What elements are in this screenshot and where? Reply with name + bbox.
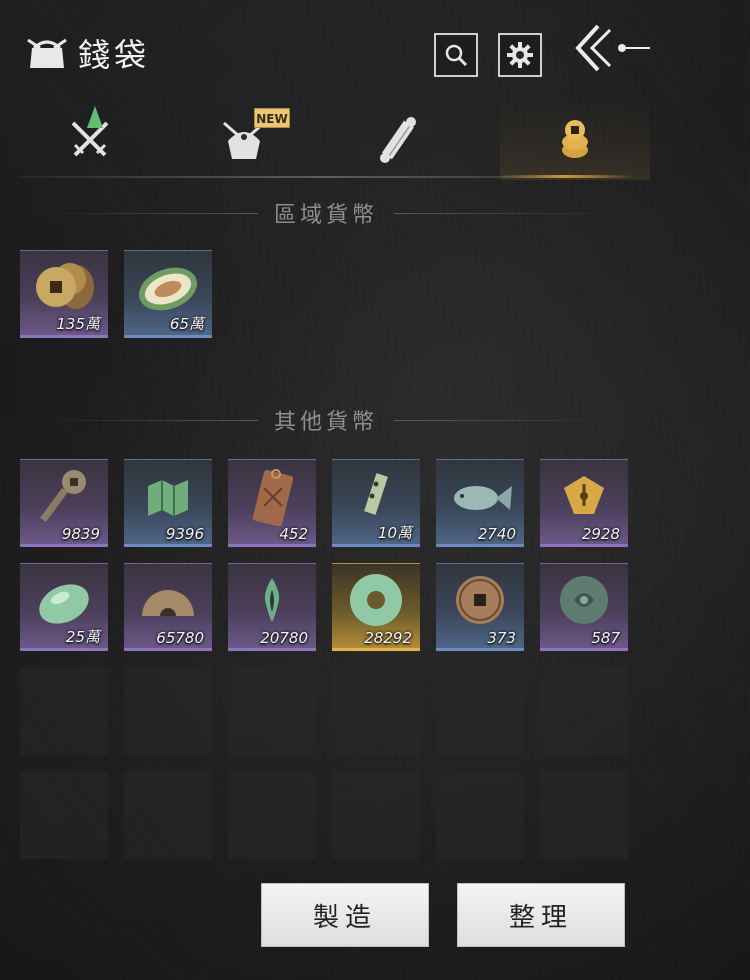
item-count: 452 (279, 525, 308, 543)
currency-slot[interactable]: 2928 (540, 459, 628, 547)
item-count: 65萬 (169, 315, 204, 333)
empty-slot (436, 771, 524, 859)
item-count: 65780 (156, 629, 204, 647)
item-count: 373 (487, 629, 516, 647)
empty-slot (332, 667, 420, 755)
active-tab-indicator (500, 175, 632, 178)
currency-slot[interactable]: 9839 (20, 459, 108, 547)
craft-button[interactable]: 製造 (261, 883, 429, 947)
header: 錢袋 (0, 0, 750, 100)
item-count: 9396 (165, 525, 204, 543)
item-count: 2740 (477, 525, 516, 543)
upgrade-arrow-icon (87, 106, 103, 128)
item-count: 587 (591, 629, 620, 647)
currency-slot[interactable]: 135萬 (20, 250, 108, 338)
currency-slot[interactable]: 20780 (228, 563, 316, 651)
sword-coin-icon (40, 470, 86, 522)
ancient-coin-icon (456, 576, 504, 624)
item-count: 2928 (581, 525, 620, 543)
currency-slot[interactable]: 65780 (124, 563, 212, 651)
tab-bag[interactable] (174, 100, 314, 180)
item-count: 28292 (364, 629, 412, 647)
sort-button[interactable]: 整理 (457, 883, 625, 947)
item-count: 20780 (260, 629, 308, 647)
empty-slot (540, 667, 628, 755)
page-title: 錢袋 (78, 36, 151, 74)
currency-slot[interactable]: 373 (436, 563, 524, 651)
coin-stack-icon (562, 120, 588, 158)
search-icon (445, 44, 468, 67)
section-title: 區域貨幣 (274, 203, 379, 228)
empty-slot (20, 667, 108, 755)
currency-slot[interactable]: 9396 (124, 459, 212, 547)
currency-slot[interactable]: 25萬 (20, 563, 108, 651)
copper-coins-icon (36, 263, 94, 309)
currency-slot[interactable]: 2740 (436, 459, 524, 547)
green-flame-icon (264, 578, 280, 622)
item-count: 9839 (61, 525, 100, 543)
section-heading-other: 其他貨幣 (20, 405, 632, 435)
new-badge: NEW (254, 108, 290, 128)
back-button[interactable] (570, 20, 654, 76)
currency-slot[interactable]: 452 (228, 459, 316, 547)
currency-slot[interactable]: 587 (540, 563, 628, 651)
token-slip-icon (364, 473, 388, 515)
empty-slot (228, 771, 316, 859)
item-count: 25萬 (65, 628, 100, 646)
currency-slot[interactable]: 28292 (332, 563, 420, 651)
item-count: 10萬 (377, 524, 412, 542)
tab-currency[interactable] (500, 100, 650, 180)
half-coin-icon (142, 590, 194, 616)
back-arrow-icon (575, 24, 650, 72)
tab-scrolls[interactable] (328, 100, 468, 180)
gold-pen-icon (564, 476, 604, 514)
scroll-icon (380, 117, 416, 163)
search-button[interactable] (434, 33, 478, 77)
tab-bar (20, 100, 650, 180)
currency-slot[interactable]: 65萬 (124, 250, 212, 338)
item-count: 135萬 (56, 315, 100, 333)
money-pouch-icon (27, 38, 67, 68)
empty-slot (20, 771, 108, 859)
mossy-coin-icon (560, 576, 608, 624)
settings-button[interactable] (498, 33, 542, 77)
empty-slot (124, 771, 212, 859)
jade-fish-icon (454, 486, 512, 510)
bronze-tag-icon (252, 469, 294, 526)
jade-disc-icon (350, 574, 402, 626)
jade-map-icon (148, 480, 188, 516)
melon-icon (138, 267, 198, 311)
empty-slot (124, 667, 212, 755)
jade-stone-icon (39, 584, 89, 624)
section-title: 其他貨幣 (274, 410, 379, 435)
empty-slot (228, 667, 316, 755)
currency-slot[interactable]: 10萬 (332, 459, 420, 547)
gear-icon (507, 42, 533, 68)
section-heading-regional: 區域貨幣 (20, 198, 632, 228)
empty-slot (540, 771, 628, 859)
empty-slot (332, 771, 420, 859)
empty-slot (436, 667, 524, 755)
